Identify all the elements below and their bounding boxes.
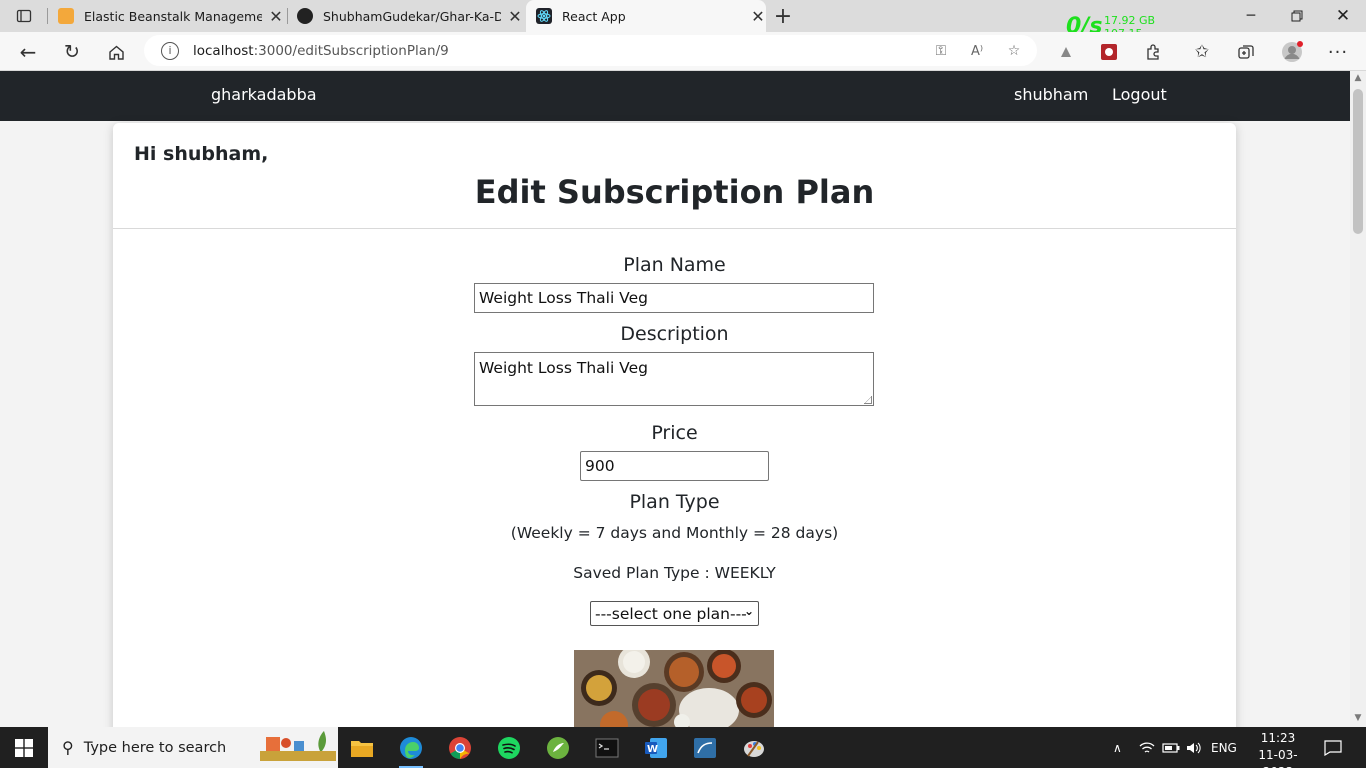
navbar-user-link[interactable]: shubham xyxy=(1014,85,1088,104)
read-aloud-icon[interactable]: A⁾ xyxy=(966,40,988,62)
card-divider xyxy=(113,228,1236,229)
restore-button[interactable] xyxy=(1274,0,1320,32)
windows-taskbar: ⚲ Type here to search W ∧ ENG 11:23 11-0… xyxy=(0,727,1366,768)
language-indicator[interactable]: ENG xyxy=(1211,727,1237,768)
plan-type-hint: (Weekly = 7 days and Monthly = 28 days) xyxy=(510,524,839,542)
plan-name-input[interactable]: Weight Loss Thali Veg xyxy=(474,283,874,313)
refresh-icon[interactable]: ↻ xyxy=(59,39,85,65)
site-navbar: gharkadabba shubham Logout xyxy=(0,71,1350,121)
plan-image xyxy=(574,650,774,727)
new-tab-button[interactable]: + xyxy=(770,3,796,29)
browser-tab-strip: Elastic Beanstalk Management Co ✕ Shubha… xyxy=(0,0,1366,40)
react-icon xyxy=(536,8,552,24)
scrollbar-thumb[interactable] xyxy=(1353,89,1363,234)
favorites-icon[interactable]: ✩ xyxy=(1189,39,1215,65)
logout-link[interactable]: Logout xyxy=(1112,85,1167,104)
paint-icon[interactable] xyxy=(734,731,774,765)
price-value: 900 xyxy=(585,457,615,475)
tab-react-app[interactable]: React App ✕ xyxy=(526,0,766,32)
notifications-icon[interactable] xyxy=(1324,727,1342,768)
saved-plan-type: Saved Plan Type : WEEKLY xyxy=(573,564,776,582)
close-tab-icon[interactable]: ✕ xyxy=(268,7,284,26)
plan-type-select[interactable]: ---select one plan--- ⌄ xyxy=(590,601,759,626)
scroll-up-icon[interactable]: ▲ xyxy=(1350,73,1366,87)
word-icon[interactable]: W xyxy=(636,731,676,765)
mysql-workbench-icon[interactable] xyxy=(685,731,725,765)
greeting-text: Hi shubham, xyxy=(134,143,269,165)
collections-icon[interactable] xyxy=(1233,39,1259,65)
chevron-down-icon: ⌄ xyxy=(743,604,754,618)
plan-name-label: Plan Name xyxy=(623,254,726,276)
edge-browser-icon[interactable] xyxy=(391,731,431,768)
plan-select-value: ---select one plan--- xyxy=(595,604,747,623)
resize-grip-icon[interactable] xyxy=(864,396,872,404)
close-tab-icon[interactable]: ✕ xyxy=(750,7,766,26)
net-memory: 17.92 GB xyxy=(1104,14,1156,27)
url-host: localhost xyxy=(193,42,254,59)
description-value: Weight Loss Thali Veg xyxy=(479,359,648,377)
plan-name-value: Weight Loss Thali Veg xyxy=(479,289,648,307)
system-clock[interactable]: 11:23 11-03-2023 xyxy=(1249,730,1307,768)
windows-start-button[interactable] xyxy=(0,727,48,768)
tab-title: ShubhamGudekar/Ghar-Ka-Dabb xyxy=(323,8,501,24)
clock-time: 11:23 xyxy=(1260,731,1296,745)
battery-icon[interactable] xyxy=(1162,727,1180,768)
page-title: Edit Subscription Plan xyxy=(474,173,875,211)
show-hidden-icons[interactable]: ∧ xyxy=(1113,727,1122,768)
scroll-down-icon[interactable]: ▼ xyxy=(1350,713,1366,727)
page-viewport: gharkadabba shubham Logout Hi shubham, E… xyxy=(0,71,1350,727)
page-scrollbar[interactable]: ▲ ▼ xyxy=(1350,71,1366,727)
taskbar-search-placeholder: Type here to search xyxy=(83,739,227,756)
taskbar-search-box[interactable]: ⚲ Type here to search xyxy=(48,727,338,768)
url-text[interactable]: localhost:3000/editSubscriptionPlan/9 xyxy=(193,43,449,59)
add-favorite-icon[interactable]: ☆ xyxy=(1003,40,1025,62)
close-tab-icon[interactable]: ✕ xyxy=(507,7,523,26)
tab-title: Elastic Beanstalk Management Co xyxy=(84,8,262,24)
chrome-icon[interactable] xyxy=(440,731,480,765)
app-green-icon[interactable] xyxy=(538,731,578,765)
description-label: Description xyxy=(620,323,729,345)
price-input[interactable]: 900 xyxy=(580,451,769,481)
key-icon[interactable]: ⚿ xyxy=(930,40,952,62)
svg-text:W: W xyxy=(647,744,658,755)
address-bar[interactable]: i localhost:3000/editSubscriptionPlan/9 … xyxy=(144,35,1037,66)
description-textarea[interactable]: Weight Loss Thali Veg xyxy=(474,352,874,406)
site-info-icon[interactable]: i xyxy=(161,41,179,60)
extensions-puzzle-icon[interactable] xyxy=(1140,39,1166,65)
tab-github[interactable]: ShubhamGudekar/Ghar-Ka-Dabb ✕ xyxy=(297,0,523,32)
network-wifi-icon[interactable] xyxy=(1139,727,1155,768)
tab-elastic-beanstalk[interactable]: Elastic Beanstalk Management Co ✕ xyxy=(58,0,284,32)
extension-red-icon[interactable] xyxy=(1096,39,1122,65)
new-tab-label: + xyxy=(773,3,793,29)
volume-icon[interactable] xyxy=(1186,727,1202,768)
url-path: :3000/editSubscriptionPlan/9 xyxy=(253,42,449,59)
close-window-button[interactable]: ✕ xyxy=(1320,0,1366,32)
search-icon: ⚲ xyxy=(62,738,74,757)
edit-plan-card: Hi shubham, Edit Subscription Plan Plan … xyxy=(113,123,1236,727)
back-arrow-icon[interactable]: ← xyxy=(15,39,41,65)
browser-toolbar: ← ↻ i localhost:3000/editSubscriptionPla… xyxy=(0,32,1366,71)
minimize-button[interactable]: ─ xyxy=(1228,0,1274,32)
file-explorer-icon[interactable] xyxy=(342,731,382,765)
clock-date: 11-03-2023 xyxy=(1258,748,1298,768)
plan-type-label: Plan Type xyxy=(629,491,720,513)
github-icon xyxy=(297,8,313,24)
price-label: Price xyxy=(651,422,698,444)
aws-icon xyxy=(58,8,74,24)
home-icon[interactable] xyxy=(103,39,129,65)
profile-avatar[interactable] xyxy=(1279,39,1305,65)
tab-actions-icon[interactable] xyxy=(11,3,37,29)
more-options-icon[interactable]: ··· xyxy=(1325,39,1351,65)
terminal-icon[interactable] xyxy=(587,731,627,765)
tab-title: React App xyxy=(562,8,626,24)
navbar-brand[interactable]: gharkadabba xyxy=(211,85,317,104)
search-highlight-icon xyxy=(260,729,336,768)
spotify-icon[interactable] xyxy=(489,731,529,765)
extension-icon[interactable] xyxy=(1053,39,1079,65)
